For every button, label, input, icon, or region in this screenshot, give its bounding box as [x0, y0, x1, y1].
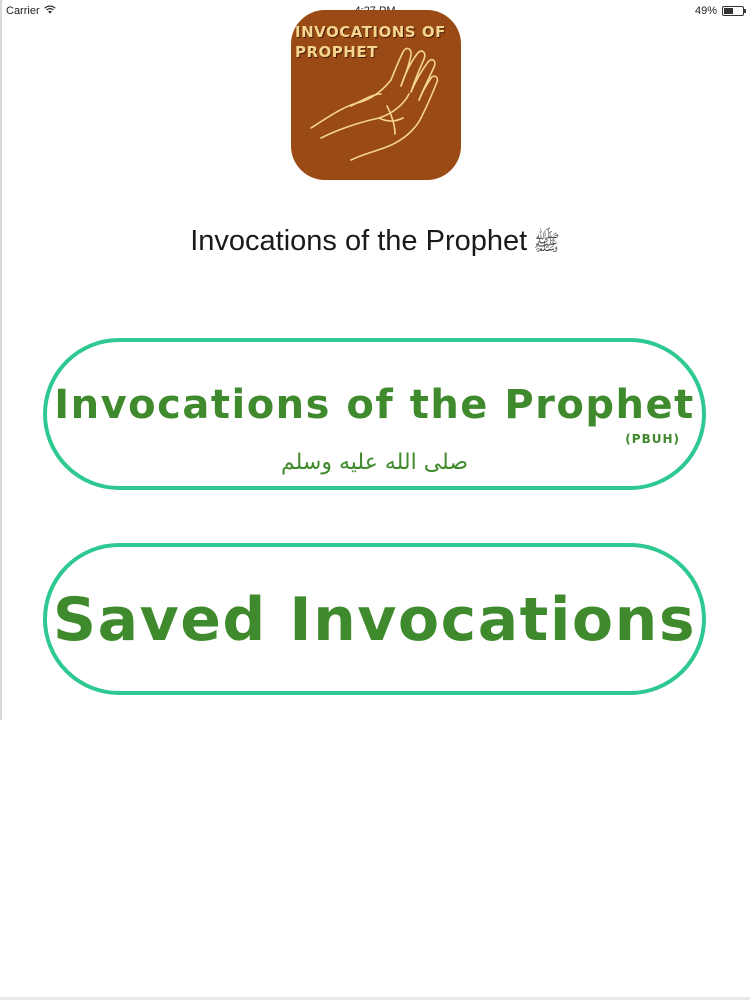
app-logo-line2: PROPHET — [295, 43, 378, 61]
invocations-button-pbuh: (PBUH) — [625, 432, 680, 446]
status-right: 49% — [694, 5, 746, 17]
page-title-text: Invocations of the Prophet — [190, 225, 528, 257]
invocations-button-label: Invocations of the Prophet — [54, 382, 695, 428]
saved-invocations-button-label: Saved Invocations — [52, 585, 697, 655]
page-title: Invocations of the Prophet ﷺ — [0, 225, 750, 261]
saved-invocations-button[interactable]: Saved Invocations — [43, 543, 706, 695]
battery-percent: 49% — [694, 5, 717, 17]
battery-icon — [722, 6, 746, 16]
window-edge — [0, 0, 2, 720]
invocations-button-arabic: صلى الله عليه وسلم — [281, 450, 468, 475]
app-logo-line1: INVOCATIONS OF — [295, 23, 446, 41]
pbuh-calligraphy-icon: ﷺ — [533, 231, 560, 256]
battery-level — [724, 8, 733, 14]
app-logo-text: INVOCATIONS OF PROPHET — [295, 22, 459, 62]
invocations-button[interactable]: Invocations of the Prophet (PBUH) صلى ال… — [43, 338, 706, 490]
app-logo: INVOCATIONS OF PROPHET — [291, 10, 461, 180]
